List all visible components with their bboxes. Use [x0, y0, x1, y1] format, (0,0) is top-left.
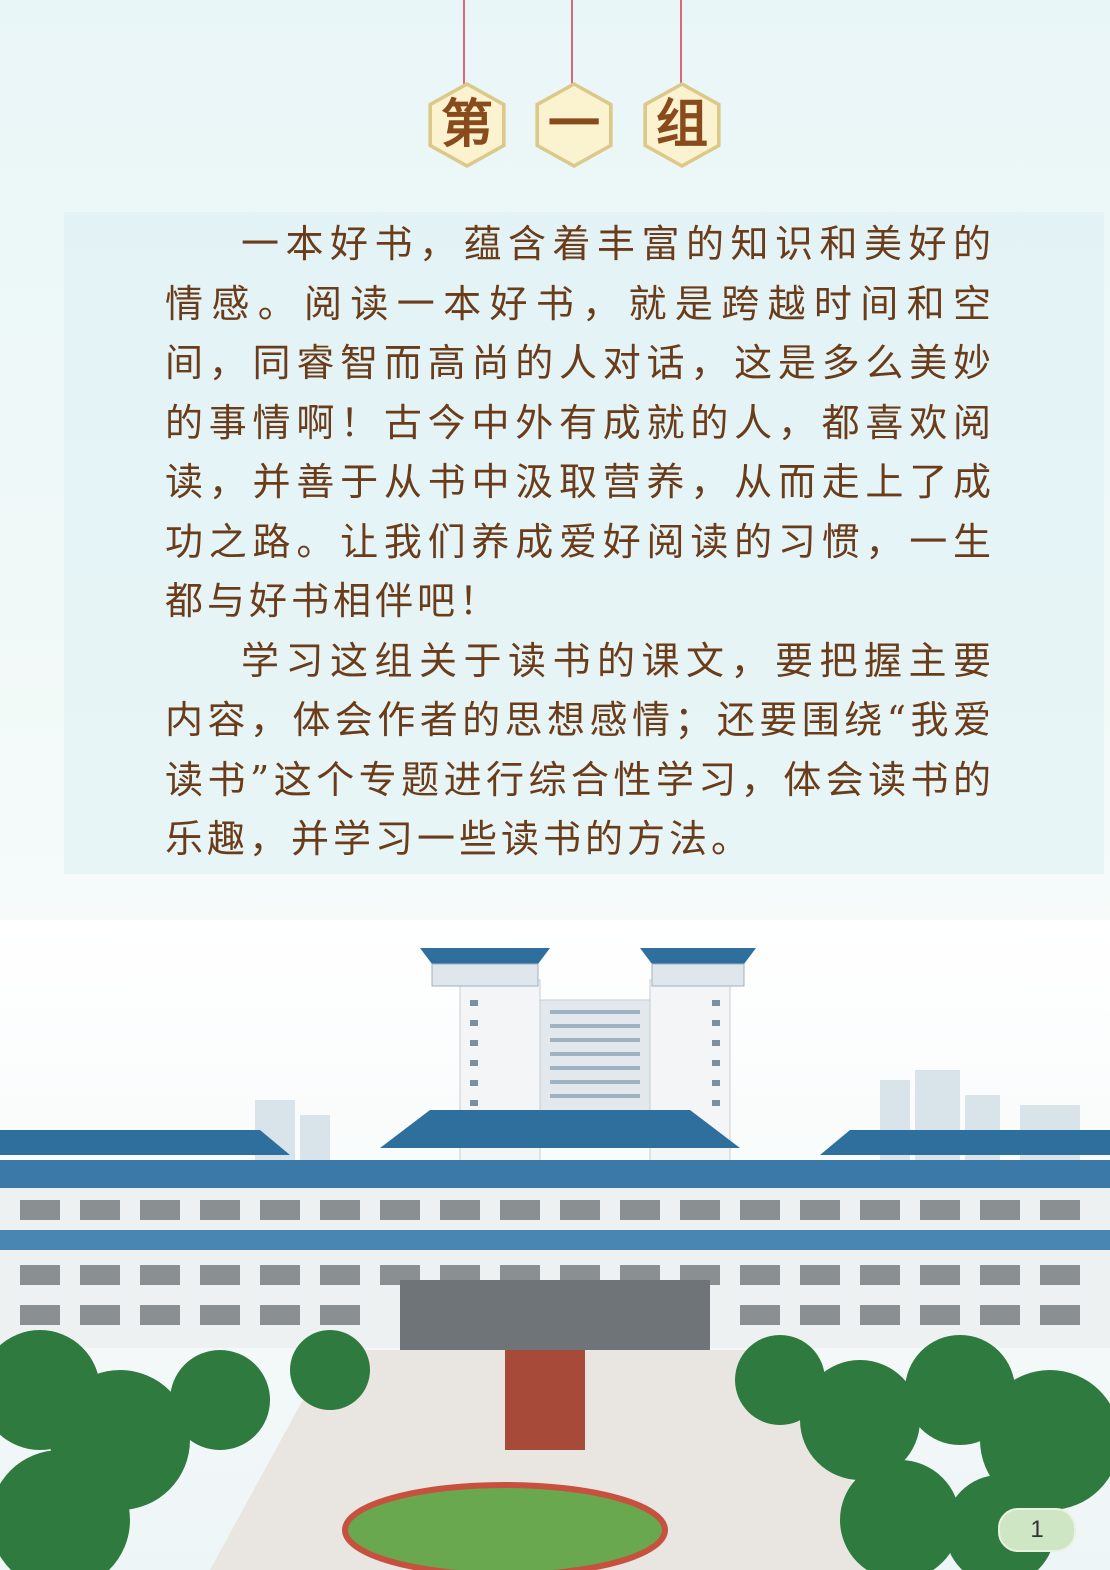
unit-title: 第 一 组 [0, 82, 1110, 172]
page-number: 1 [1030, 1516, 1044, 1543]
title-hex: 组 [643, 82, 721, 168]
title-hex: 一 [535, 82, 613, 168]
unit-introduction: 一本好书，蕴含着丰富的知识和美好的情感。阅读一本好书，就是跨越时间和空间，同睿智… [165, 215, 995, 870]
hanging-string [571, 0, 573, 92]
title-char: 第 [432, 86, 502, 164]
page-number-badge: 1 [998, 1508, 1076, 1552]
title-char: 组 [647, 86, 717, 164]
library-photo [0, 920, 1110, 1570]
title-hex: 第 [428, 82, 506, 168]
main-hall [0, 1110, 1110, 1350]
intro-paragraph: 一本好书，蕴含着丰富的知识和美好的情感。阅读一本好书，就是跨越时间和空间，同睿智… [165, 222, 995, 623]
title-char: 一 [539, 86, 609, 164]
hanging-string [463, 0, 465, 92]
hanging-string [680, 0, 682, 92]
intro-paragraph: 学习这组关于读书的课文，要把握主要内容，体会作者的思想感情；还要围绕“我爱读书”… [165, 638, 995, 862]
